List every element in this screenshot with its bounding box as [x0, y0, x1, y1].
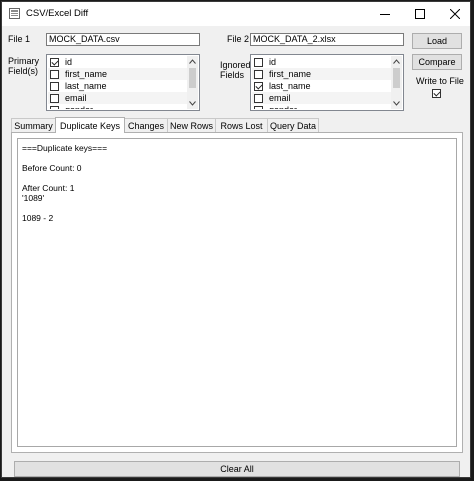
app-icon: [9, 8, 20, 19]
chevron-up-icon: [189, 59, 196, 64]
list-item-email[interactable]: email: [48, 92, 187, 104]
chevron-down-icon: [189, 101, 196, 106]
close-button[interactable]: [438, 2, 472, 26]
checkbox[interactable]: [50, 69, 59, 79]
load-button[interactable]: Load: [412, 33, 462, 49]
list-item-label: gender: [65, 105, 93, 109]
output-text-area[interactable]: ===Duplicate keys=== Before Count: 0 After…: [17, 138, 457, 447]
list-item-id[interactable]: id: [252, 56, 391, 68]
maximize-icon: [415, 9, 425, 19]
write-to-file-checkbox[interactable]: [432, 89, 441, 98]
list-item-label: last_name: [269, 81, 311, 91]
list-item-label: last_name: [65, 81, 107, 91]
list-item-label: email: [269, 93, 291, 103]
list-item-email[interactable]: email: [252, 92, 391, 104]
tab-rows-lost[interactable]: Rows Lost: [215, 118, 268, 133]
compare-button[interactable]: Compare: [412, 54, 462, 70]
list-item-label: first_name: [269, 69, 312, 79]
checkbox[interactable]: [254, 93, 263, 103]
checkbox[interactable]: [254, 69, 263, 79]
file1-input[interactable]: MOCK_DATA.csv: [46, 33, 200, 46]
primary-fields-label-line2: Field(s): [8, 66, 39, 76]
checkbox[interactable]: [254, 81, 263, 91]
list-item-label: email: [65, 93, 87, 103]
window-title: CSV/Excel Diff: [26, 8, 89, 19]
output-line: 1089 - 2: [22, 213, 54, 223]
tab-duplicate-keys[interactable]: Duplicate Keys: [55, 117, 125, 133]
scroll-down-arrow[interactable]: [187, 98, 198, 109]
list-item-label: id: [65, 57, 73, 67]
ignored-fields-label-line2: Fields: [220, 70, 245, 80]
chevron-up-icon: [393, 59, 400, 64]
tab-bar: Summary Duplicate Keys Changes New Rows Rows…: [11, 117, 319, 133]
tab-query-data[interactable]: Query Data: [267, 118, 319, 133]
list-item-label: first_name: [65, 69, 108, 79]
checkbox[interactable]: [254, 57, 263, 67]
tab-panel: ===Duplicate keys=== Before Count: 0 After…: [11, 132, 463, 453]
primary-fields-scrollbar[interactable]: [187, 56, 198, 109]
checkbox[interactable]: [50, 81, 59, 91]
scroll-up-arrow[interactable]: [187, 56, 198, 67]
app-window: CSV/Excel Diff File 1 MOCK_DATA.csv File…: [1, 1, 471, 478]
output-line: After Count: 1: [22, 183, 75, 193]
file2-label: File 2: [227, 34, 250, 44]
ignored-fields-list[interactable]: id first_name last_nameemail gender: [250, 54, 404, 111]
list-item-first-name[interactable]: first_name: [48, 68, 187, 80]
checkbox[interactable]: [50, 93, 59, 103]
list-item-id[interactable]: id: [48, 56, 187, 68]
ignored-fields-scrollbar[interactable]: [391, 56, 402, 109]
list-item-last-name[interactable]: last_name: [48, 80, 187, 92]
scroll-up-arrow[interactable]: [391, 56, 402, 67]
output-line: Before Count: 0: [22, 163, 82, 173]
output-line: ===Duplicate keys===: [22, 143, 108, 153]
primary-fields-list[interactable]: id first_name last_nameemail gender: [46, 54, 200, 111]
file2-input[interactable]: MOCK_DATA_2.xlsx: [250, 33, 404, 46]
close-icon: [450, 9, 460, 19]
ignored-fields-label-line1: Ignored: [220, 60, 251, 70]
file1-label: File 1: [8, 34, 31, 44]
checkbox[interactable]: [50, 57, 59, 67]
tab-changes[interactable]: Changes: [124, 118, 168, 133]
checkbox[interactable]: [254, 105, 263, 109]
title-bar[interactable]: CSV/Excel Diff: [2, 2, 470, 26]
minimize-button[interactable]: [368, 2, 402, 26]
scroll-thumb[interactable]: [189, 68, 196, 88]
scroll-thumb[interactable]: [393, 68, 400, 88]
maximize-button[interactable]: [403, 2, 437, 26]
output-line: '1089': [22, 193, 45, 203]
list-item-first-name[interactable]: first_name: [252, 68, 391, 80]
checkbox[interactable]: [50, 105, 59, 109]
tab-summary[interactable]: Summary: [11, 118, 56, 133]
tab-new-rows[interactable]: New Rows: [167, 118, 216, 133]
list-item-gender[interactable]: gender: [48, 104, 187, 109]
list-item-label: id: [269, 57, 277, 67]
list-item-gender[interactable]: gender: [252, 104, 391, 109]
list-item-last-name[interactable]: last_name: [252, 80, 391, 92]
primary-fields-label-line1: Primary: [8, 56, 39, 66]
clear-all-button[interactable]: Clear All: [14, 461, 460, 477]
write-to-file-label: Write to File: [416, 76, 464, 86]
scroll-down-arrow[interactable]: [391, 98, 402, 109]
list-item-label: gender: [269, 105, 297, 109]
chevron-down-icon: [393, 101, 400, 106]
minimize-icon: [380, 14, 390, 15]
